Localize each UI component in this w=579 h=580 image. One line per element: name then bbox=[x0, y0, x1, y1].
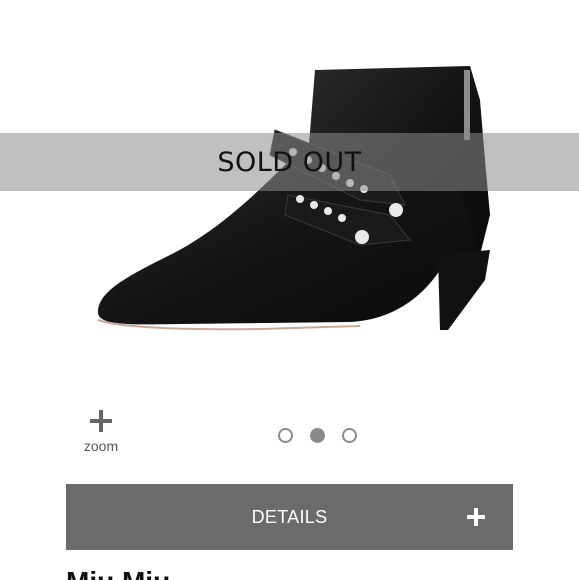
details-accordion-button[interactable]: DETAILS bbox=[66, 484, 513, 550]
sold-out-label: SOLD OUT bbox=[217, 146, 362, 178]
details-label: DETAILS bbox=[251, 506, 328, 527]
plus-icon bbox=[90, 410, 112, 432]
sold-out-banner: SOLD OUT bbox=[0, 133, 579, 191]
pager-dot-1[interactable] bbox=[278, 428, 293, 443]
pager-dot-2[interactable] bbox=[310, 428, 325, 443]
image-pager bbox=[278, 428, 357, 443]
product-image[interactable] bbox=[60, 40, 520, 370]
pager-dot-3[interactable] bbox=[342, 428, 357, 443]
product-title: Miu Miu bbox=[66, 568, 170, 580]
zoom-label: zoom bbox=[83, 438, 119, 454]
zoom-button[interactable]: zoom bbox=[72, 410, 130, 462]
plus-icon bbox=[467, 508, 485, 526]
